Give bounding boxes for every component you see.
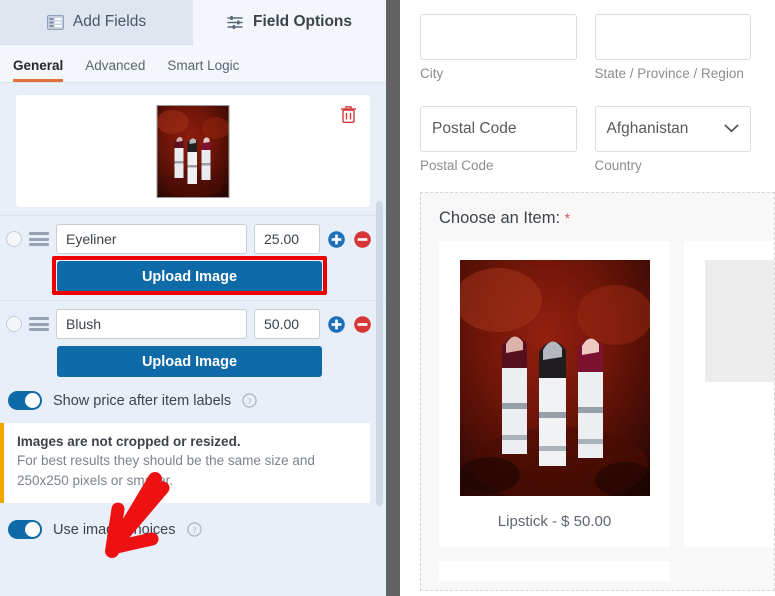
drag-handle-icon[interactable]: [29, 232, 49, 246]
tab-add-fields-label: Add Fields: [72, 13, 147, 30]
state-field-group: State / Province / Region: [594, 14, 751, 83]
trash-icon[interactable]: [340, 105, 357, 124]
radio-circle-icon[interactable]: [6, 231, 22, 247]
radio-circle-icon[interactable]: [6, 316, 22, 332]
tab-field-options-label: Field Options: [252, 13, 353, 30]
sub-tab-bar: General Advanced Smart Logic: [0, 45, 386, 83]
image-choice-card[interactable]: E: [684, 241, 774, 548]
images-notice: Images are not cropped or resized. For b…: [0, 423, 370, 504]
drag-handle-icon[interactable]: [29, 317, 49, 331]
city-field-group: City: [420, 14, 577, 83]
upload-image-row: Upload Image: [6, 339, 372, 377]
choice-row: Upload Image: [0, 300, 386, 377]
postal-code-input[interactable]: Postal Code: [420, 106, 577, 153]
country-select[interactable]: Afghanistan: [594, 106, 751, 153]
tab-field-options[interactable]: Field Options: [193, 0, 386, 45]
panel-tab-bar: Add Fields Field Options: [0, 0, 386, 45]
upload-image-button[interactable]: Upload Image: [57, 346, 322, 377]
wpforms-field-options-screen: Add Fields Field Options General Advance…: [0, 0, 775, 596]
country-select-wrap: Afghanistan: [594, 106, 751, 153]
required-asterisk: *: [564, 210, 571, 227]
sub-tab-general[interactable]: General: [13, 58, 64, 82]
image-choice-caption: Lipstick - $ 50.00: [497, 513, 612, 531]
plus-circle-icon[interactable]: [327, 230, 346, 249]
city-sublabel: City: [420, 66, 444, 81]
help-circle-icon[interactable]: ?: [186, 522, 202, 537]
choice-label-input[interactable]: [56, 309, 247, 339]
image-choice-caption: E: [703, 440, 774, 457]
state-sublabel: State / Province / Region: [594, 66, 744, 81]
country-sublabel: Country: [594, 158, 642, 174]
address-row-1: City State / Province / Region: [400, 0, 775, 83]
minus-circle-icon[interactable]: [353, 230, 372, 249]
panel-divider[interactable]: [386, 0, 400, 596]
choice-image-preview-card: [16, 95, 370, 207]
choice-line: [6, 224, 372, 254]
toggle-use-image-choices-row: Use image choices ?: [0, 503, 386, 540]
svg-text:?: ?: [192, 525, 196, 535]
notice-title: Images are not cropped or resized.: [17, 434, 241, 449]
choice-label-input[interactable]: [56, 224, 247, 254]
sliders-icon: [227, 15, 244, 30]
minus-circle-icon[interactable]: [353, 315, 372, 334]
address-row-2: Postal Code Postal Code Afghanistan Coun…: [400, 92, 775, 175]
use-image-choices-label: Use image choices: [53, 521, 176, 538]
image-choice-card-list: Lipstick - $ 50.00 E: [439, 241, 774, 548]
city-input[interactable]: [420, 14, 577, 60]
list-fields-icon: [46, 14, 64, 30]
lipstick-photo: [459, 260, 650, 497]
upload-image-button[interactable]: Upload Image: [57, 261, 322, 292]
plus-circle-icon[interactable]: [327, 315, 346, 334]
svg-text:?: ?: [248, 396, 252, 406]
use-image-choices-toggle[interactable]: [8, 520, 42, 540]
upload-image-highlight-box: Upload Image: [6, 254, 372, 295]
postal-field-group: Postal Code Postal Code: [420, 106, 577, 175]
image-choice-card[interactable]: [439, 561, 670, 582]
choose-item-field-block[interactable]: Choose an Item: * Lipstick - $ 50.00: [420, 192, 775, 592]
choice-line: [6, 309, 372, 339]
form-preview-panel: City State / Province / Region Postal Co…: [400, 0, 775, 596]
image-placeholder-box: [704, 260, 774, 383]
lipstick-thumbnail: [156, 105, 230, 198]
choice-price-input[interactable]: [254, 309, 320, 339]
choice-row: Upload Image: [0, 215, 386, 295]
field-options-panel: Add Fields Field Options General Advance…: [0, 0, 386, 596]
choose-item-label-text: Choose an Item:: [439, 209, 561, 228]
choice-price-input[interactable]: [254, 224, 320, 254]
notice-text: For best results they should be the same…: [17, 453, 315, 488]
state-input[interactable]: [594, 14, 751, 60]
toggle-show-price-row: Show price after item labels ?: [0, 377, 386, 410]
panel-scrollbar-thumb[interactable]: [376, 201, 383, 506]
image-choice-card[interactable]: Lipstick - $ 50.00: [439, 241, 670, 548]
show-price-label: Show price after item labels: [53, 392, 232, 409]
show-price-toggle[interactable]: [8, 391, 42, 410]
help-circle-icon[interactable]: ?: [242, 393, 257, 408]
postal-sublabel: Postal Code: [420, 158, 494, 174]
choose-item-label: Choose an Item: *: [439, 209, 774, 228]
sub-tab-smart-logic[interactable]: Smart Logic: [167, 58, 239, 83]
sub-tab-advanced[interactable]: Advanced: [85, 58, 145, 83]
tab-add-fields[interactable]: Add Fields: [0, 0, 193, 45]
country-field-group: Afghanistan Country: [594, 106, 751, 175]
field-options-scroll-body: Upload Image: [0, 83, 386, 596]
